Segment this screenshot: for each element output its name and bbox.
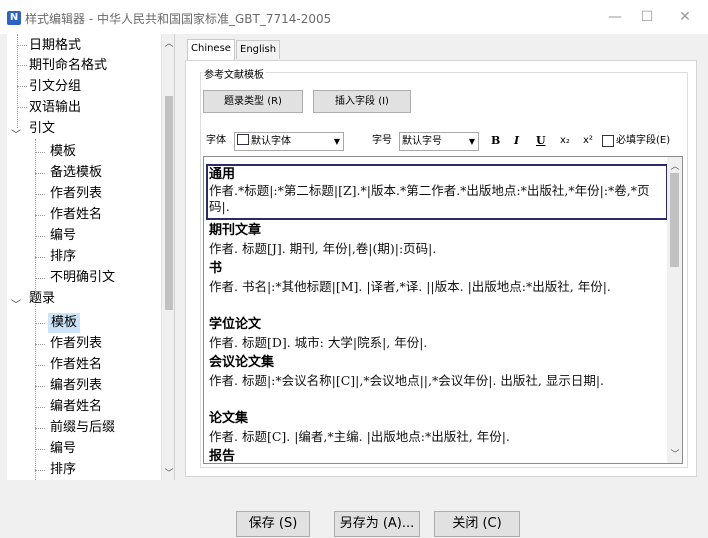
- tree-item-prefix-suffix[interactable]: 前缀与后缀: [50, 418, 115, 438]
- scroll-down-icon[interactable]: ﹀: [669, 447, 681, 460]
- tree-connector: [35, 139, 36, 307]
- tree-connector: [17, 45, 27, 46]
- window-title: 样式编辑器 - 中华人民共和国国家标准_GBT_7714-2005: [25, 12, 332, 26]
- tree-connector: [35, 278, 45, 279]
- bold-button[interactable]: B: [491, 132, 500, 149]
- tree-item-bib-sorting[interactable]: 排序: [50, 460, 76, 480]
- title-bar: N 样式编辑器 - 中华人民共和国国家标准_GBT_7714-2005 — ☐ …: [0, 0, 708, 34]
- font-select[interactable]: 默认字体 ▼: [234, 132, 344, 151]
- entry-title-proceedings: 会议论文集: [209, 355, 275, 370]
- template-editor[interactable]: 通用 作者.*标题|:*第二标题|[Z].*|版本.*第二作者.*出版地点:*出…: [203, 156, 683, 464]
- font-label: 字体: [206, 135, 226, 146]
- required-field-checkbox[interactable]: [602, 135, 614, 147]
- superscript-button[interactable]: x²: [583, 132, 593, 149]
- tree-item-citation-template[interactable]: 模板: [50, 142, 76, 162]
- tree-item-citation-alt-template[interactable]: 备选模板: [50, 163, 102, 183]
- save-button[interactable]: 保存 (S): [236, 511, 310, 537]
- tree-item-ambiguous-citations[interactable]: 不明确引文: [50, 268, 115, 288]
- tree-connector: [17, 86, 27, 87]
- tree-item-journal-names[interactable]: 期刊命名格式: [29, 56, 107, 76]
- tree-connector: [35, 309, 36, 480]
- tree-connector: [35, 323, 45, 324]
- editor-scroll-thumb[interactable]: [670, 173, 679, 267]
- tree-scroll-thumb[interactable]: [165, 96, 173, 310]
- size-select-value: 默认字号: [402, 136, 442, 147]
- dropdown-arrow-icon: ▼: [333, 137, 340, 146]
- tree-connector: [35, 470, 45, 471]
- tree-item-citation[interactable]: 引文: [29, 119, 55, 139]
- tree-connector: [35, 407, 45, 408]
- entry-title-book: 书: [209, 261, 223, 276]
- expand-chevron-icon[interactable]: ﹀: [11, 126, 21, 141]
- tree-connector: [17, 107, 27, 108]
- minimize-button[interactable]: —: [600, 6, 630, 28]
- tree-item-bibliography[interactable]: 题录: [29, 289, 55, 309]
- tree-item-citation-sorting[interactable]: 排序: [50, 247, 76, 267]
- tree-connector: [35, 173, 45, 174]
- close-window-button[interactable]: ✕: [670, 6, 700, 28]
- tab-english[interactable]: English: [236, 40, 281, 59]
- tree-item-date-format[interactable]: 日期格式: [29, 36, 81, 56]
- tree-connector: [35, 344, 45, 345]
- italic-button[interactable]: I: [514, 132, 519, 149]
- entry-body-journal-article[interactable]: 作者. 标题[J]. 期刊, 年份|,卷|(期)|:页码|.: [209, 241, 661, 257]
- expand-chevron-icon[interactable]: ﹀: [11, 296, 21, 311]
- tree-connector: [35, 236, 45, 237]
- style-tree[interactable]: 日期格式 期刊命名格式 引文分组 双语输出 ﹀ 引文 模板 备选模板 作者列表 …: [7, 34, 175, 480]
- tree-connector: [35, 365, 45, 366]
- maximize-button[interactable]: ☐: [632, 6, 662, 28]
- record-type-button[interactable]: 题录类型 (R): [203, 90, 303, 113]
- font-type-icon: [237, 134, 249, 145]
- tree-item-citation-groups[interactable]: 引文分组: [29, 77, 81, 97]
- editor-scrollbar[interactable]: ︿ ﹀: [667, 157, 682, 463]
- tree-connector: [35, 386, 45, 387]
- entry-body-thesis[interactable]: 作者. 标题[D]. 城市: 大学|院系|, 年份|.: [209, 335, 661, 351]
- font-select-value: 默认字体: [251, 136, 291, 147]
- entry-body-generic[interactable]: 作者.*标题|:*第二标题|[Z].*|版本.*第二作者.*出版地点:*出版社,…: [209, 183, 661, 215]
- tree-item-citation-author-name[interactable]: 作者姓名: [50, 205, 102, 225]
- tree-connector: [35, 428, 45, 429]
- scroll-up-icon[interactable]: ︿: [163, 36, 174, 49]
- entry-body-edited-volume[interactable]: 作者. 标题[C]. |编者,*主编. |出版地点:*出版社, 年份|.: [209, 429, 661, 445]
- entry-title-generic: 通用: [209, 167, 236, 182]
- tree-item-bib-numbering[interactable]: 编号: [50, 439, 76, 459]
- entry-title-edited-volume: 论文集: [209, 411, 249, 426]
- tree-item-bib-author-name[interactable]: 作者姓名: [50, 355, 102, 375]
- tree-connector: [35, 215, 45, 216]
- tree-item-citation-numbering[interactable]: 编号: [50, 226, 76, 246]
- dropdown-arrow-icon: ▼: [468, 137, 475, 146]
- tree-connector: [35, 194, 45, 195]
- tree-item-bib-editor-list[interactable]: 编者列表: [50, 376, 102, 396]
- entry-title-journal-article: 期刊文章: [209, 223, 262, 238]
- tree-item-bib-author-list[interactable]: 作者列表: [50, 334, 102, 354]
- tab-chinese[interactable]: Chinese: [187, 39, 235, 60]
- tree-item-citation-author-list[interactable]: 作者列表: [50, 184, 102, 204]
- tree-connector: [35, 152, 45, 153]
- tree-connector: [17, 34, 18, 128]
- size-label: 字号: [372, 135, 392, 146]
- size-select[interactable]: 默认字号 ▼: [399, 132, 479, 151]
- tree-item-bibliography-template[interactable]: 模板: [48, 313, 81, 333]
- tree-item-bilingual-output[interactable]: 双语输出: [29, 98, 81, 118]
- tree-connector: [35, 449, 45, 450]
- required-field-label: 必填字段(E): [616, 135, 671, 146]
- tree-scrollbar[interactable]: ︿ ﹀: [161, 34, 174, 480]
- entry-body-book[interactable]: 作者. 书名|:*其他标题|[M]. |译者,*译. ||版本. |出版地点:*…: [209, 279, 661, 295]
- scroll-down-icon[interactable]: ﹀: [163, 466, 174, 479]
- entry-title-thesis: 学位论文: [209, 317, 262, 332]
- app-logo-icon: N: [7, 11, 21, 25]
- scroll-up-icon[interactable]: ︿: [669, 159, 681, 172]
- tree-item-bib-editor-name[interactable]: 编者姓名: [50, 397, 102, 417]
- entry-title-report: 报告: [209, 449, 236, 464]
- insert-field-button[interactable]: 插入字段 (I): [313, 90, 411, 113]
- entry-body-proceedings[interactable]: 作者. 标题|:*会议名称|[C]|,*会议地点||,*会议年份|. 出版社, …: [209, 373, 661, 389]
- save-as-button[interactable]: 另存为 (A)...: [334, 511, 420, 537]
- group-title: 参考文献模板: [202, 66, 266, 81]
- close-button[interactable]: 关闭 (C): [434, 511, 520, 537]
- underline-button[interactable]: U: [536, 132, 546, 149]
- tree-connector: [17, 65, 27, 66]
- tree-connector: [35, 257, 45, 258]
- subscript-button[interactable]: x₂: [560, 132, 570, 149]
